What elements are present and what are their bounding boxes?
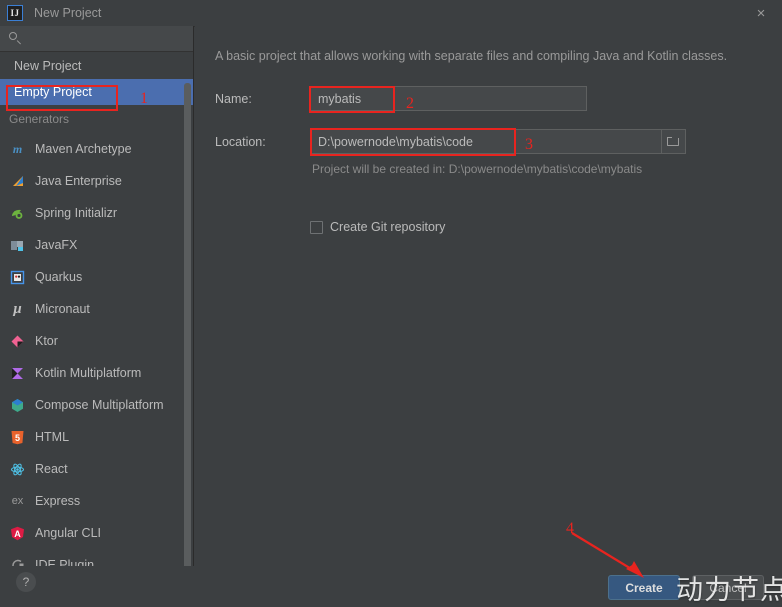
spring-icon	[9, 205, 26, 222]
sidebar-item-micronaut[interactable]: μ Micronaut	[0, 293, 193, 325]
create-button[interactable]: Create	[608, 575, 680, 600]
sidebar-item-angular-cli[interactable]: A Angular CLI	[0, 517, 193, 549]
java-enterprise-icon	[9, 173, 26, 190]
sidebar-item-spring-initializr[interactable]: Spring Initializr	[0, 197, 193, 229]
sidebar-item-java-enterprise[interactable]: Java Enterprise	[0, 165, 193, 197]
sidebar-item-label: Micronaut	[35, 302, 90, 316]
sidebar-item-ide-plugin[interactable]: IDE Plugin	[0, 549, 193, 566]
javafx-icon	[9, 237, 26, 254]
sidebar-item-label: IDE Plugin	[35, 558, 94, 566]
create-git-repository-checkbox[interactable]: Create Git repository	[310, 220, 445, 234]
sidebar-item-new-project[interactable]: New Project	[0, 53, 193, 79]
new-project-dialog: IJ New Project × New Project Empty Proje…	[0, 0, 782, 604]
react-icon	[9, 461, 26, 478]
sidebar-item-express[interactable]: ex Express	[0, 485, 193, 517]
sidebar-item-empty-project[interactable]: Empty Project	[0, 79, 193, 105]
sidebar-item-label: HTML	[35, 430, 69, 444]
svg-text:5: 5	[15, 433, 20, 443]
sidebar-item-label: JavaFX	[35, 238, 77, 252]
sidebar: New Project Empty Project Generators m M…	[0, 26, 194, 566]
search-input[interactable]	[0, 26, 193, 52]
folder-icon	[667, 137, 680, 147]
browse-location-button[interactable]	[662, 129, 686, 154]
sidebar-item-compose-multiplatform[interactable]: Compose Multiplatform	[0, 389, 193, 421]
sidebar-item-label: React	[35, 462, 68, 476]
sidebar-item-ktor[interactable]: Ktor	[0, 325, 193, 357]
ktor-icon	[9, 333, 26, 350]
ide-plugin-icon	[9, 557, 26, 567]
location-input[interactable]: D:\powernode\mybatis\code	[310, 129, 662, 154]
intellij-logo-icon: IJ	[7, 5, 23, 21]
generators-header: Generators	[0, 105, 193, 133]
angular-icon: A	[9, 525, 26, 542]
express-icon: ex	[9, 493, 26, 510]
svg-text:A: A	[14, 529, 21, 539]
sidebar-item-html[interactable]: 5 HTML	[0, 421, 193, 453]
html5-icon: 5	[9, 429, 26, 446]
sidebar-item-label: Java Enterprise	[35, 174, 122, 188]
sidebar-item-kotlin-multiplatform[interactable]: Kotlin Multiplatform	[0, 357, 193, 389]
sidebar-item-label: Spring Initializr	[35, 206, 117, 220]
project-description: A basic project that allows working with…	[215, 49, 727, 63]
watermark: 动力节点	[676, 568, 782, 607]
name-label: Name:	[215, 92, 252, 106]
search-icon	[9, 32, 22, 45]
close-icon[interactable]: ×	[750, 3, 772, 23]
sidebar-item-quarkus[interactable]: Quarkus	[0, 261, 193, 293]
kotlin-icon	[9, 365, 26, 382]
sidebar-item-react[interactable]: React	[0, 453, 193, 485]
location-label: Location:	[215, 135, 266, 149]
sidebar-item-label: New Project	[14, 59, 81, 73]
quarkus-icon	[9, 269, 26, 286]
location-hint: Project will be created in: D:\powernode…	[312, 162, 642, 176]
micronaut-icon: μ	[9, 301, 26, 318]
checkbox-label: Create Git repository	[330, 220, 445, 234]
help-icon[interactable]: ?	[16, 572, 36, 592]
main-panel: A basic project that allows working with…	[195, 26, 782, 566]
title-bar: IJ New Project ×	[0, 0, 782, 27]
compose-icon	[9, 397, 26, 414]
sidebar-item-javafx[interactable]: JavaFX	[0, 229, 193, 261]
maven-icon: m	[9, 141, 26, 158]
sidebar-scrollbar-thumb[interactable]	[184, 83, 191, 583]
sidebar-item-label: Compose Multiplatform	[35, 398, 164, 412]
sidebar-item-maven-archetype[interactable]: m Maven Archetype	[0, 133, 193, 165]
name-input[interactable]: mybatis	[310, 86, 587, 111]
sidebar-scrollbar[interactable]	[185, 53, 192, 566]
sidebar-item-label: Kotlin Multiplatform	[35, 366, 141, 380]
window-title: New Project	[34, 6, 101, 20]
sidebar-item-label: Express	[35, 494, 80, 508]
sidebar-item-label: Ktor	[35, 334, 58, 348]
checkbox-box-icon	[310, 221, 323, 234]
sidebar-item-label: Maven Archetype	[35, 142, 132, 156]
sidebar-item-label: Empty Project	[14, 85, 92, 99]
project-type-tree: New Project Empty Project Generators m M…	[0, 53, 193, 566]
sidebar-item-label: Quarkus	[35, 270, 82, 284]
sidebar-item-label: Angular CLI	[35, 526, 101, 540]
